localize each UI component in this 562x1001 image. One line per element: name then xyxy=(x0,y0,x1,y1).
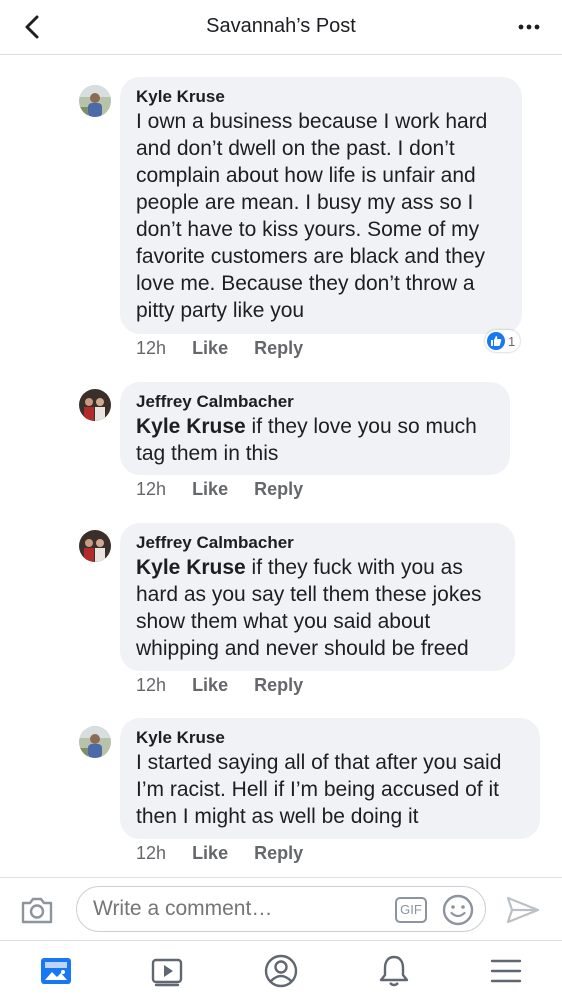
comment-text: I started saying all of that after you s… xyxy=(136,751,502,828)
comment-author[interactable]: Kyle Kruse xyxy=(136,727,524,749)
avatar[interactable] xyxy=(79,530,111,562)
reaction-count: 1 xyxy=(508,333,516,349)
profile-icon[interactable] xyxy=(263,953,299,989)
comment-bubble[interactable]: Jeffrey Calmbacher Kyle Kruse if they lo… xyxy=(120,382,510,475)
comment-author[interactable]: Jeffrey Calmbacher xyxy=(136,532,499,554)
avatar[interactable] xyxy=(79,389,111,421)
comment-text: Kyle Kruse if they love you so much tag … xyxy=(136,413,494,467)
comment-bubble[interactable]: Kyle Kruse I started saying all of that … xyxy=(120,718,540,839)
avatar[interactable] xyxy=(79,85,111,117)
avatar[interactable] xyxy=(79,726,111,758)
like-button[interactable]: Like xyxy=(192,479,228,499)
watch-icon[interactable] xyxy=(150,953,186,989)
menu-icon[interactable] xyxy=(488,953,524,989)
reply-button[interactable]: Reply xyxy=(254,338,303,358)
thumbs-up-icon xyxy=(487,332,505,350)
page-title: Savannah’s Post xyxy=(206,15,356,37)
reaction-badge[interactable]: 1 xyxy=(485,330,521,352)
bottom-tab-bar xyxy=(0,940,562,1001)
news-feed-icon[interactable] xyxy=(38,953,74,989)
like-button[interactable]: Like xyxy=(192,843,228,863)
header-bar: Savannah’s Post xyxy=(0,0,562,55)
comment-actions: 12h Like Reply xyxy=(136,479,324,500)
send-icon[interactable] xyxy=(505,895,541,925)
mention-tag[interactable]: Kyle Kruse xyxy=(136,556,246,579)
comment-author[interactable]: Jeffrey Calmbacher xyxy=(136,391,494,413)
comment-text: I own a business because I work hard and… xyxy=(136,110,488,322)
comment-actions: 12h Like Reply xyxy=(136,675,324,696)
more-dots-icon[interactable] xyxy=(516,14,542,40)
camera-icon[interactable] xyxy=(20,894,54,926)
comment-bubble[interactable]: Jeffrey Calmbacher Kyle Kruse if they fu… xyxy=(120,523,515,671)
reply-button[interactable]: Reply xyxy=(254,843,303,863)
comment-time: 12h xyxy=(136,843,167,863)
like-button[interactable]: Like xyxy=(192,338,228,358)
like-button[interactable]: Like xyxy=(192,675,228,695)
comment-time: 12h xyxy=(136,479,167,499)
mention-tag[interactable]: Kyle Kruse xyxy=(136,415,246,438)
emoji-icon[interactable] xyxy=(441,893,475,927)
comment-bubble[interactable]: Kyle Kruse I own a business because I wo… xyxy=(120,77,522,334)
comment-text: Kyle Kruse if they fuck with you as hard… xyxy=(136,554,499,662)
notifications-bell-icon[interactable] xyxy=(376,953,412,989)
comment-composer: GIF xyxy=(0,877,562,941)
reply-button[interactable]: Reply xyxy=(254,675,303,695)
comment-author[interactable]: Kyle Kruse xyxy=(136,86,506,108)
comment-actions: 12h Like Reply xyxy=(136,843,324,864)
comment-time: 12h xyxy=(136,338,167,358)
comment-time: 12h xyxy=(136,675,167,695)
comment-actions: 12h Like Reply xyxy=(136,338,324,359)
reply-button[interactable]: Reply xyxy=(254,479,303,499)
gif-button[interactable]: GIF xyxy=(395,897,427,923)
